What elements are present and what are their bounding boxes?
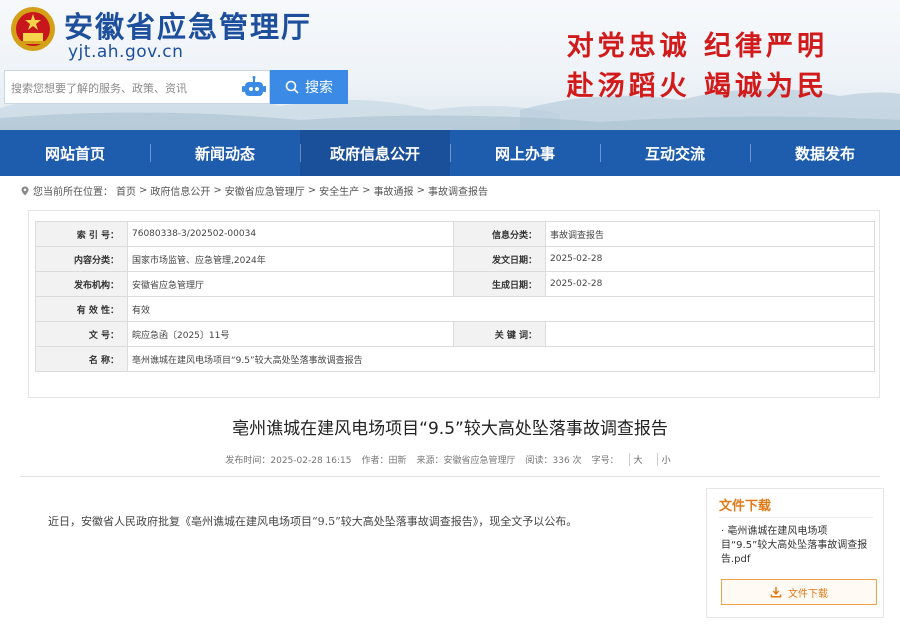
view-count: 阅读：336 次: [525, 456, 582, 466]
meta-row: 内容分类： 国家市场监管、应急管理,2024年 发文日期： 2025-02-28: [35, 246, 875, 272]
main-nav: 网站首页 新闻动态 政府信息公开 网上办事 互动交流 数据发布: [0, 130, 900, 176]
document-meta-panel: 索 引 号： 76080338-3/202502-00034 信息分类： 事故调…: [28, 210, 880, 398]
meta-issue-date-value: 2025-02-28: [545, 246, 875, 272]
breadcrumb: 您当前所在位置： 首页 > 政府信息公开 > 安徽省应急管理厅 > 安全生产 >…: [20, 183, 488, 198]
meta-name-value: 亳州谯城在建风电场项目“9.5”较大高处坠落事故调查报告: [127, 346, 875, 372]
meta-row: 索 引 号： 76080338-3/202502-00034 信息分类： 事故调…: [35, 221, 875, 247]
breadcrumb-sep: >: [307, 185, 317, 196]
breadcrumb-safety[interactable]: 安全生产: [319, 183, 359, 198]
meta-keywords-value: [545, 321, 875, 347]
attachment-link[interactable]: · 亳州谯城在建风电场项目“9.5”较大高处坠落事故调查报告.pdf: [721, 525, 871, 567]
nav-item-gov-info[interactable]: 政府信息公开: [300, 130, 450, 176]
slogan-line-2: 赴汤蹈火 竭诚为民: [566, 71, 828, 102]
meta-generated-date-value: 2025-02-28: [545, 271, 875, 297]
meta-content-category-label: 内容分类：: [35, 246, 128, 272]
breadcrumb-accident-notice[interactable]: 事故通报: [374, 183, 414, 198]
nav-item-home[interactable]: 网站首页: [0, 130, 150, 176]
breadcrumb-investigation-report[interactable]: 事故调查报告: [428, 183, 488, 198]
publish-time: 发布时间：2025-02-28 16:15: [225, 456, 352, 466]
file-download-button-label: 文件下载: [788, 588, 828, 600]
nav-item-interaction[interactable]: 互动交流: [600, 130, 750, 176]
location-pin-icon: [21, 186, 29, 195]
file-download-button[interactable]: 文件下载: [721, 579, 877, 605]
breadcrumb-prefix: 您当前所在位置：: [33, 187, 113, 198]
breadcrumb-sep: >: [139, 185, 148, 196]
source: 来源：安徽省应急管理厅: [416, 456, 516, 466]
document-meta-table: 索 引 号： 76080338-3/202502-00034 信息分类： 事故调…: [35, 221, 875, 372]
meta-validity-label: 有 效 性：: [35, 296, 128, 322]
search-input[interactable]: [11, 79, 231, 97]
slogan-line-1: 对党忠诚 纪律严明: [566, 31, 828, 62]
breadcrumb-department[interactable]: 安徽省应急管理厅: [225, 183, 305, 198]
site-url: yjt.ah.gov.cn: [68, 42, 184, 62]
meta-row: 名 称： 亳州谯城在建风电场项目“9.5”较大高处坠落事故调查报告: [35, 346, 875, 372]
file-download-title: 文件下载: [719, 499, 772, 514]
font-large-button[interactable]: 大: [628, 453, 647, 466]
breadcrumb-sep: >: [416, 185, 425, 196]
meta-row: 文 号： 皖应急函〔2025〕11号 关 键 词：: [35, 321, 875, 347]
meta-generated-date-label: 生成日期：: [453, 271, 546, 297]
meta-name-label: 名 称：: [35, 346, 128, 372]
article-info-bar: 发布时间：2025-02-28 16:15 作者：田新 来源：安徽省应急管理厅 …: [0, 453, 900, 466]
nav-item-news[interactable]: 新闻动态: [150, 130, 300, 176]
divider: [20, 476, 880, 477]
meta-validity-value: 有效: [127, 296, 875, 322]
meta-content-category-value: 国家市场监管、应急管理,2024年: [127, 246, 454, 272]
meta-docno-value: 皖应急函〔2025〕11号: [127, 321, 454, 347]
robot-assistant-icon[interactable]: [241, 76, 267, 100]
breadcrumb-gov-info[interactable]: 政府信息公开: [150, 183, 210, 198]
meta-info-category-value: 事故调查报告: [545, 221, 875, 247]
search-button[interactable]: 搜索: [270, 70, 348, 104]
breadcrumb-home[interactable]: 首页: [116, 183, 136, 198]
site-title[interactable]: 安徽省应急管理厅: [64, 4, 312, 46]
search-box: [4, 70, 270, 104]
meta-issue-date-label: 发文日期：: [453, 246, 546, 272]
meta-index-value: 76080338-3/202502-00034: [127, 221, 454, 247]
site-header: 安徽省应急管理厅 yjt.ah.gov.cn 搜索 对党忠诚 纪律严明 赴汤蹈火…: [0, 0, 900, 130]
divider: [719, 517, 873, 518]
meta-row: 有 效 性： 有效: [35, 296, 875, 322]
meta-index-label: 索 引 号：: [35, 221, 128, 247]
font-size-label: 字号：: [591, 456, 619, 466]
meta-info-category-label: 信息分类：: [453, 221, 546, 247]
breadcrumb-sep: >: [213, 185, 222, 196]
national-emblem-icon: [11, 7, 55, 51]
nav-item-online-service[interactable]: 网上办事: [450, 130, 600, 176]
file-download-panel: 文件下载 · 亳州谯城在建风电场项目“9.5”较大高处坠落事故调查报告.pdf …: [706, 488, 884, 618]
download-icon: [770, 587, 782, 598]
search-icon: [285, 80, 299, 94]
article-title: 亳州谯城在建风电场项目“9.5”较大高处坠落事故调查报告: [232, 419, 668, 439]
meta-docno-label: 文 号：: [35, 321, 128, 347]
font-small-button[interactable]: 小: [656, 453, 675, 466]
meta-publisher-label: 发布机构：: [35, 271, 128, 297]
meta-row: 发布机构： 安徽省应急管理厅 生成日期： 2025-02-28: [35, 271, 875, 297]
search-button-label: 搜索: [305, 80, 333, 96]
meta-publisher-value: 安徽省应急管理厅: [127, 271, 454, 297]
meta-keywords-label: 关 键 词：: [453, 321, 546, 347]
breadcrumb-sep: >: [362, 185, 371, 196]
author: 作者：田新: [361, 456, 407, 466]
nav-item-data-release[interactable]: 数据发布: [750, 130, 900, 176]
article-body: 近日，安徽省人民政府批复《亳州谯城在建风电场项目“9.5”较大高处坠落事故调查报…: [48, 515, 578, 528]
